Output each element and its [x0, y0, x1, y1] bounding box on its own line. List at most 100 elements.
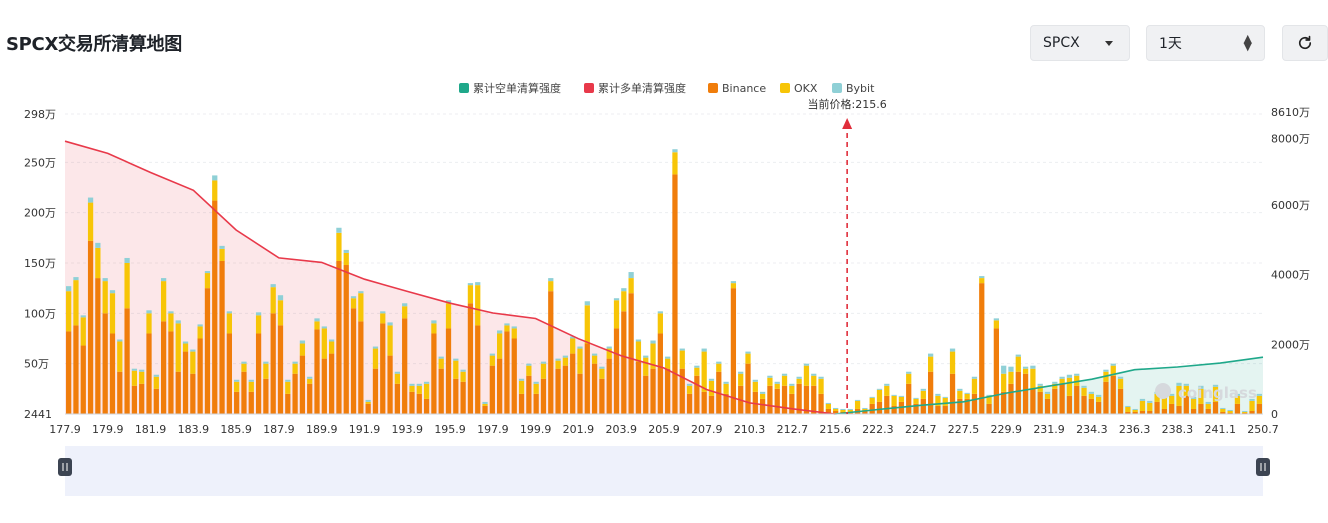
zoom-handle[interactable]	[1256, 458, 1270, 476]
bar-binance	[1169, 403, 1175, 414]
bar-okx	[759, 393, 766, 399]
bar-bybit	[1227, 409, 1233, 411]
legend-label[interactable]: 累计空单清算强度	[473, 81, 561, 95]
bar-bybit	[336, 227, 342, 233]
bar-binance	[613, 328, 620, 414]
zoom-handle[interactable]	[58, 458, 72, 476]
bar-okx	[796, 378, 802, 384]
bar-okx	[248, 381, 254, 392]
bar-binance	[285, 393, 291, 414]
bar-bybit	[898, 395, 905, 397]
bar-binance	[489, 365, 495, 414]
legend-swatch[interactable]	[584, 83, 594, 93]
bar-binance	[533, 393, 539, 414]
bar-okx	[73, 280, 79, 326]
bar-bybit	[87, 197, 94, 203]
bar-okx	[701, 351, 707, 392]
bar-binance	[1212, 401, 1219, 414]
bar-bybit	[548, 278, 554, 282]
bar-bybit	[833, 407, 839, 409]
bar-binance	[979, 283, 985, 414]
bar-okx	[445, 303, 452, 329]
bar-okx	[1139, 400, 1146, 411]
bar-bybit	[738, 371, 744, 374]
bar-bybit	[255, 312, 262, 316]
bar-okx	[540, 363, 547, 379]
y-right-tick-label: 4000万	[1271, 269, 1310, 282]
bar-binance	[584, 343, 590, 414]
bar-bybit	[555, 358, 561, 361]
bar-binance	[212, 200, 218, 414]
y-right-tick-label: 8610万	[1271, 106, 1310, 119]
bar-binance	[774, 388, 780, 414]
chart-legend: 累计空单清算强度 累计多单清算强度 Binance OKX Bybit	[459, 81, 875, 95]
bar-bybit	[789, 383, 795, 386]
bar-binance	[131, 385, 138, 414]
bar-okx	[781, 375, 788, 386]
legend-label[interactable]: Binance	[722, 82, 766, 95]
x-tick-label: 197.9	[477, 423, 509, 436]
bar-okx	[270, 287, 276, 314]
bar-binance	[1066, 395, 1073, 414]
bar-binance	[577, 373, 583, 414]
x-tick-label: 234.3	[1076, 423, 1108, 436]
bar-bybit	[1081, 385, 1087, 388]
bar-okx	[358, 293, 364, 322]
bar-binance	[599, 378, 605, 414]
bar-okx	[204, 273, 211, 289]
legend-swatch[interactable]	[780, 83, 790, 93]
bar-okx	[307, 378, 313, 384]
bar-okx	[124, 262, 130, 309]
bar-bybit	[182, 341, 189, 344]
bar-okx	[66, 291, 72, 332]
bar-binance	[343, 265, 349, 414]
bar-okx	[1088, 393, 1094, 399]
bar-bybit	[482, 401, 488, 404]
bar-binance	[197, 338, 203, 414]
legend-label[interactable]: OKX	[794, 82, 818, 95]
bar-bybit	[1022, 366, 1029, 369]
zoom-track[interactable]	[65, 446, 1263, 496]
legend-label[interactable]: 累计多单清算强度	[598, 81, 686, 95]
bar-binance	[1030, 388, 1036, 414]
bar-okx	[679, 350, 685, 369]
bar-bybit	[394, 371, 400, 374]
bar-okx	[212, 180, 218, 201]
bar-okx	[767, 377, 773, 386]
bar-okx	[891, 395, 897, 406]
bar-binance	[971, 393, 978, 414]
legend-swatch[interactable]	[832, 83, 842, 93]
bar-bybit	[518, 378, 525, 381]
bar-binance	[694, 375, 700, 414]
bar-binance	[665, 368, 671, 414]
legend-swatch[interactable]	[459, 83, 469, 93]
bar-binance	[270, 313, 276, 414]
bar-bybit	[131, 368, 138, 371]
legend-swatch[interactable]	[708, 83, 718, 93]
bar-bybit	[818, 376, 824, 379]
bar-binance	[248, 391, 254, 414]
bar-okx	[336, 232, 342, 261]
bar-binance	[153, 388, 159, 414]
bar-okx	[957, 390, 963, 399]
bar-bybit	[1110, 363, 1116, 366]
bar-binance	[102, 313, 108, 414]
bar-okx	[548, 281, 554, 292]
bar-okx	[168, 313, 174, 332]
bar-binance	[1022, 373, 1029, 414]
bar-okx	[431, 323, 437, 334]
x-tick-label: 229.9	[991, 423, 1023, 436]
bar-okx	[979, 278, 985, 284]
legend-label[interactable]: Bybit	[846, 82, 875, 95]
bar-binance	[942, 405, 948, 414]
bar-okx	[109, 293, 116, 334]
bar-bybit	[1088, 391, 1094, 394]
bar-okx	[635, 341, 642, 362]
bar-okx	[321, 328, 327, 359]
x-tick-label: 203.9	[605, 423, 637, 436]
bar-binance	[1190, 408, 1197, 414]
bar-binance	[175, 371, 181, 414]
x-tick-label: 195.9	[434, 423, 466, 436]
bar-okx	[584, 305, 590, 344]
y-left-tick-label: 250万	[24, 156, 56, 169]
